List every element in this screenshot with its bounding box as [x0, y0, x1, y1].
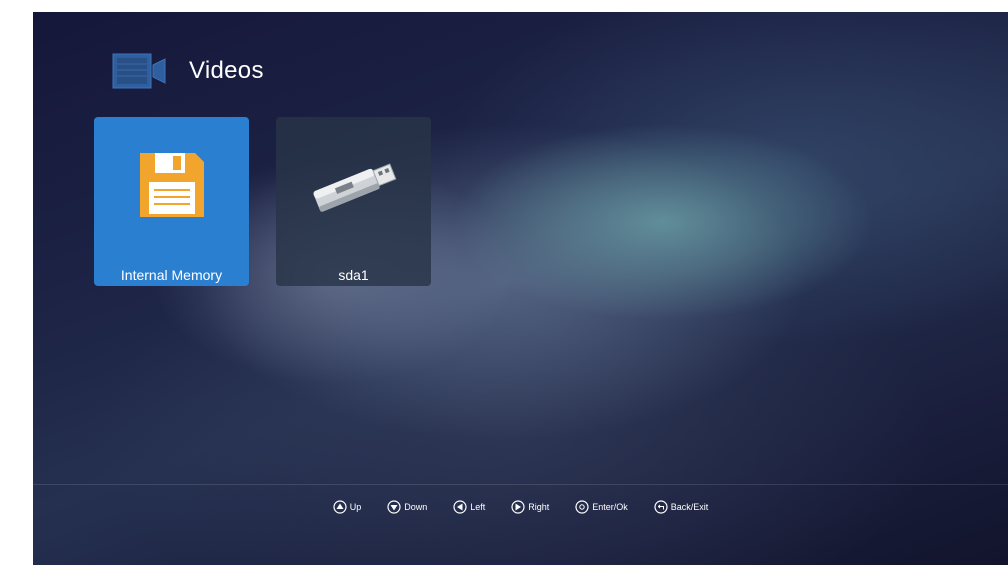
usb-drive-icon: [276, 145, 431, 225]
hint-back: Back/Exit: [654, 500, 709, 514]
hint-enter: Enter/Ok: [575, 500, 628, 514]
page-header: Videos: [111, 52, 264, 90]
source-internal-memory[interactable]: Internal Memory: [94, 117, 249, 286]
source-label: sda1: [338, 267, 369, 283]
hint-label: Left: [470, 502, 486, 512]
source-sda1[interactable]: sda1: [276, 117, 431, 286]
up-arrow-icon: [333, 500, 347, 514]
page-title: Videos: [189, 57, 264, 84]
hint-label: Up: [349, 502, 362, 512]
hint-down: Down: [387, 500, 427, 514]
hint-left: Left: [453, 500, 485, 514]
left-arrow-icon: [453, 500, 467, 514]
source-label: Internal Memory: [120, 267, 223, 283]
video-camera-icon: [111, 52, 169, 90]
hint-up: Up: [333, 500, 362, 514]
hint-right: Right: [511, 500, 549, 514]
hint-label: Enter/Ok: [592, 502, 628, 512]
key-hints-bar: Up Down Left Right Enter/Ok Back/Exit: [33, 494, 1008, 520]
down-arrow-icon: [387, 500, 401, 514]
floppy-disk-icon: [94, 145, 249, 225]
hint-label: Down: [404, 502, 428, 512]
back-icon: [654, 500, 668, 514]
hint-label: Right: [528, 502, 550, 512]
hint-label: Back/Exit: [670, 502, 709, 512]
right-arrow-icon: [511, 500, 525, 514]
ok-icon: [575, 500, 589, 514]
screen: Videos Internal Memory sda1 Up Down Left…: [33, 12, 1008, 565]
footer-divider: [33, 484, 1008, 485]
